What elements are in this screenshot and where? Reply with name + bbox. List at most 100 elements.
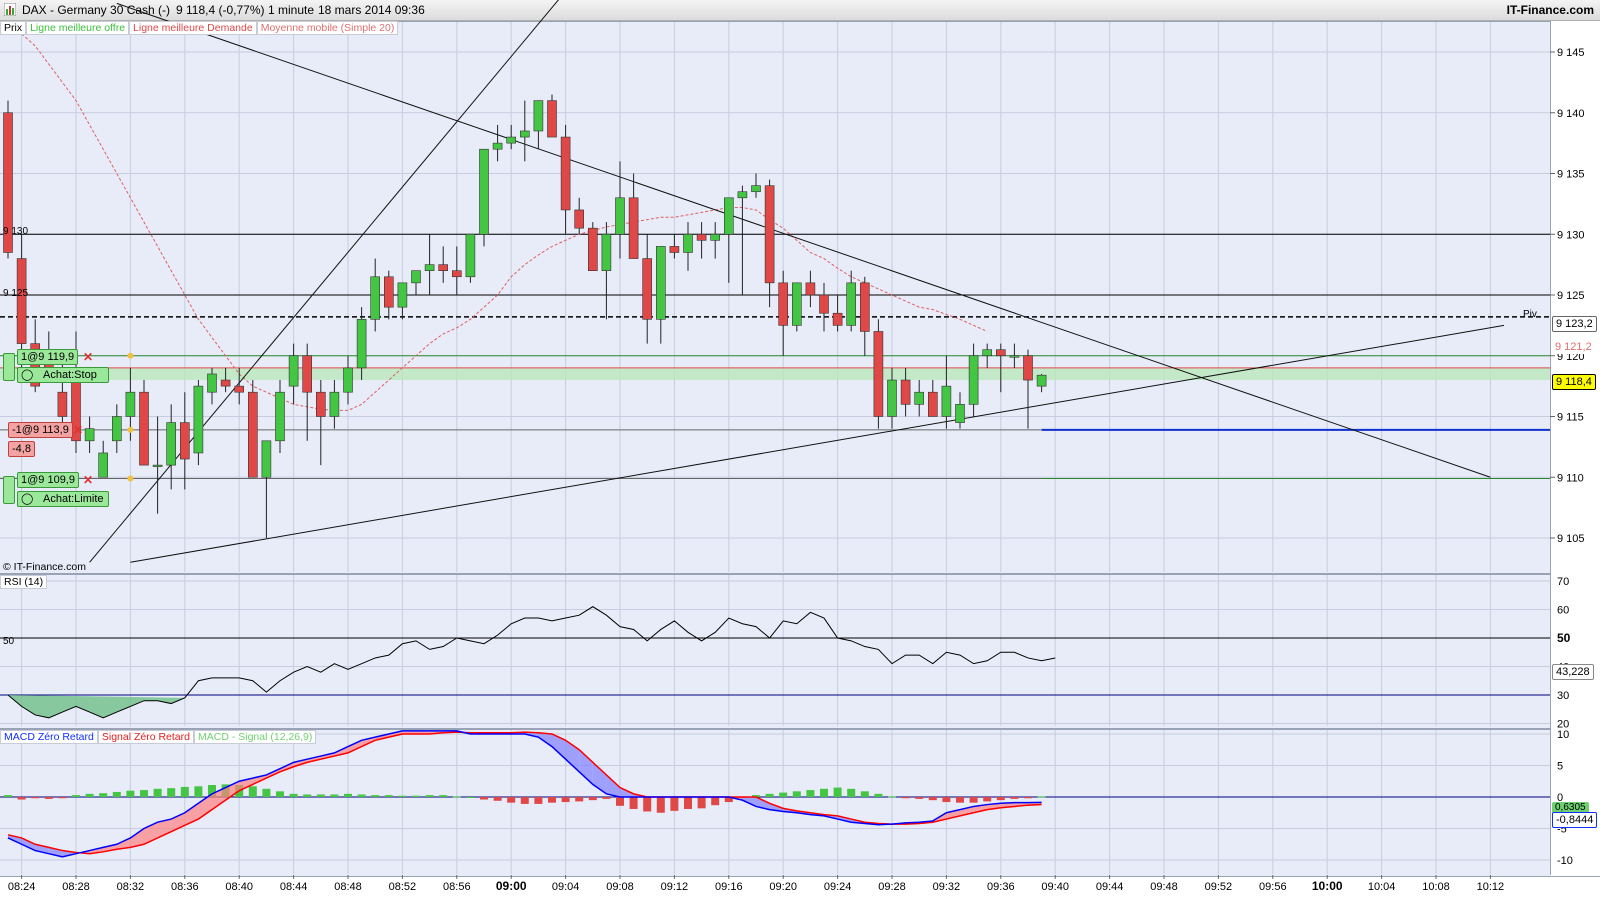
candle-body [669, 246, 680, 253]
time-tick-label: 09:44 [1096, 881, 1124, 893]
candle-body [356, 318, 367, 369]
macd-histogram-bar [656, 797, 665, 813]
order-limit-button[interactable]: ◯ Achat:Limite [17, 491, 109, 507]
macd-histogram-bar [915, 797, 924, 799]
macd-histogram-bar [357, 794, 366, 797]
candle-body [887, 379, 897, 417]
macd-histogram-bar [1037, 796, 1046, 798]
macd-histogram-bar [697, 797, 706, 809]
candle-body [465, 233, 476, 278]
macd-histogram-bar [588, 797, 597, 801]
time-tick-label: 09:36 [987, 881, 1015, 893]
legend-macd[interactable]: MACD Zéro Retard [0, 730, 98, 744]
candle-body [628, 197, 639, 259]
close-icon[interactable]: ✕ [73, 423, 83, 437]
macd-histogram-bar [412, 795, 420, 797]
macd-histogram-bar [779, 792, 788, 797]
macd-histogram-bar [4, 795, 12, 797]
candle-body [220, 379, 231, 387]
macd-signal-fill [198, 793, 212, 820]
order-stop-qty[interactable]: 1@9 119,9 [17, 349, 79, 365]
order-stop-button[interactable]: ◯ Achat:Stop [17, 367, 109, 383]
legend-histogram[interactable]: MACD - Signal (12,26,9) [194, 730, 317, 744]
close-icon[interactable]: ✕ [83, 350, 93, 364]
macd-histogram-bar [820, 788, 828, 797]
price-tick-label: 9 115 [1557, 412, 1584, 424]
candle-body [574, 209, 585, 229]
current-price: 9 118,4 [1552, 374, 1596, 390]
candle-body [955, 404, 965, 423]
macd-histogram-bar [466, 797, 475, 798]
candle-body [57, 391, 68, 417]
macd-histogram-bar [303, 794, 312, 797]
candle-body [479, 148, 489, 235]
macd-tick-label: 5 [1557, 761, 1563, 773]
chart-window: DAX - Germany 30 Cash (-) 9 118,4 (-0,77… [0, 0, 1600, 901]
macd-histogram-bar [85, 793, 94, 797]
trendline [89, 0, 559, 563]
order-limit-label: Achat:Limite [43, 493, 104, 505]
close-icon[interactable]: ✕ [83, 473, 93, 487]
macd-histogram-bar [901, 797, 910, 799]
candle-body [16, 258, 27, 344]
candle-body [139, 391, 149, 466]
macd-histogram-bar [520, 797, 529, 804]
time-tick-label: 08:24 [8, 881, 36, 893]
candle-body [927, 391, 938, 417]
macd-histogram-bar [248, 786, 257, 797]
macd-histogram-bar [31, 797, 40, 799]
drag-handle[interactable] [3, 476, 15, 504]
legend-price[interactable]: Prix [0, 21, 27, 35]
candle-body [982, 349, 993, 357]
candle-body [655, 246, 666, 320]
macd-signal-fill [21, 837, 36, 851]
candle-body [411, 270, 421, 284]
time-tick-label: 08:32 [117, 881, 145, 893]
legend-signal[interactable]: Signal Zéro Retard [97, 730, 194, 744]
candle-body [723, 197, 734, 235]
rsi-tick-label: 70 [1557, 576, 1569, 588]
legend-best-bid[interactable]: Ligne meilleure offre [26, 21, 130, 35]
label-9130-left: 9 130 [3, 226, 29, 237]
candle-body [846, 282, 857, 326]
candle-body [451, 270, 462, 278]
macd-histogram-bar [942, 797, 951, 803]
time-tick-label: 08:28 [62, 881, 90, 893]
candle-body [180, 422, 190, 460]
candle-body [424, 264, 435, 271]
macd-histogram-bar [126, 790, 135, 797]
macd-histogram-bar [276, 791, 284, 797]
candle-body [914, 391, 925, 405]
time-tick-label: 10:04 [1368, 881, 1396, 893]
macd-histogram-bar [452, 796, 461, 798]
time-tick-label: 08:44 [280, 881, 308, 893]
candle-body [112, 416, 122, 442]
candle-body [275, 391, 285, 442]
macd-current: -0,8444 [1552, 812, 1598, 828]
candle-body [995, 349, 1006, 357]
macd-histogram-bar [833, 787, 842, 797]
candle-body [751, 185, 761, 193]
macd-histogram-bar [167, 788, 176, 797]
watermark: © IT-Finance.com [3, 561, 87, 573]
eye-icon: ◯ [21, 369, 34, 381]
macd-line [7, 730, 1042, 858]
macd-histogram-bar [330, 794, 339, 797]
candle-body [900, 379, 911, 405]
price-tick-label: 9 145 [1557, 47, 1585, 59]
macd-histogram-bar [1024, 797, 1032, 799]
order-sell-pnl: -4,8 [8, 441, 35, 457]
legend-moving-average[interactable]: Moyenne mobile (Simple 20) [256, 21, 399, 35]
drag-handle[interactable] [3, 353, 15, 381]
candle-body [1036, 374, 1047, 387]
time-tick-label: 08:40 [225, 881, 253, 893]
candle-body [560, 136, 571, 211]
macd-histogram-bar [316, 794, 325, 797]
macd-histogram-bar [384, 795, 393, 797]
legend-rsi[interactable]: RSI (14) [0, 575, 48, 589]
order-limit-qty[interactable]: 1@9 109,9 [17, 472, 79, 488]
rsi-current: 43,228 [1552, 664, 1594, 680]
order-sell-qty[interactable]: -1@9 113,9 [8, 422, 73, 438]
legend-best-ask[interactable]: Ligne meilleure Demande [129, 21, 257, 35]
time-tick-label: 09:12 [661, 881, 689, 893]
